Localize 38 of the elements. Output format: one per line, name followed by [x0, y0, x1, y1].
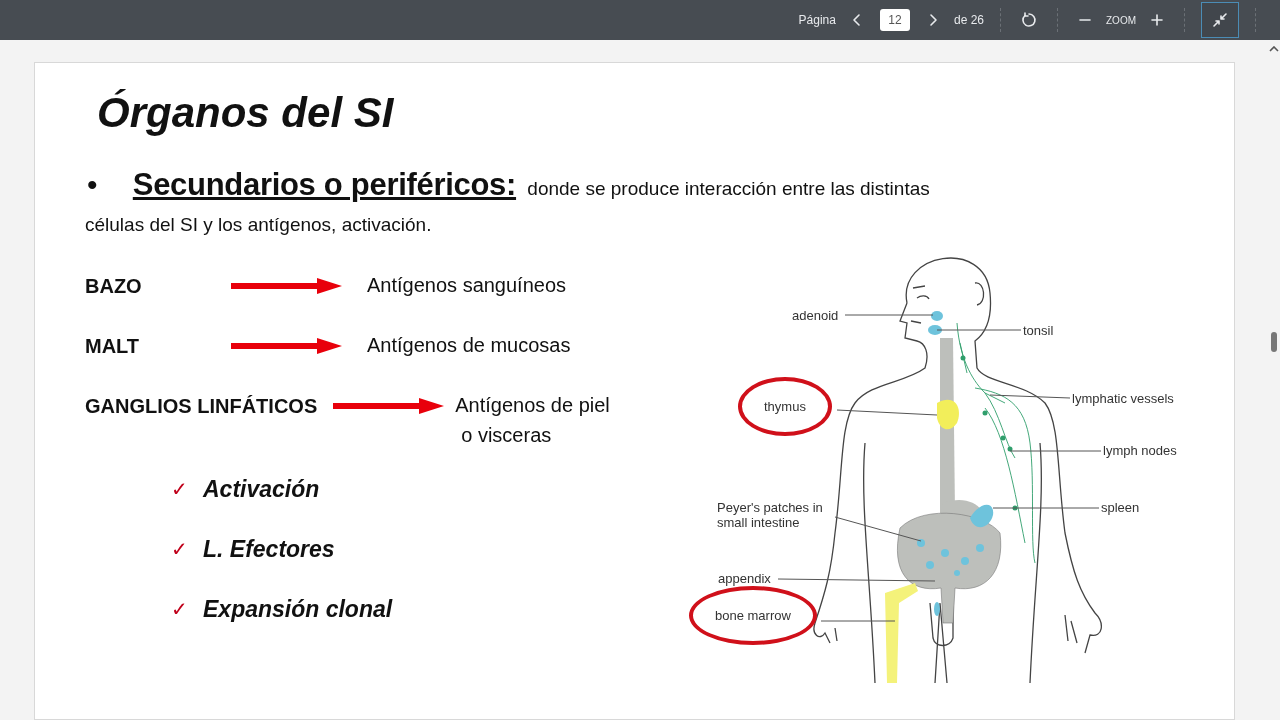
- check-text: L. Efectores: [203, 535, 335, 563]
- diagram-label: lymphatic vessels: [1072, 391, 1174, 406]
- chevron-right-icon: [927, 13, 938, 27]
- check-text: Activación: [203, 475, 320, 503]
- term-label: BAZO: [85, 274, 143, 299]
- plus-icon: [1150, 13, 1164, 27]
- collapse-arrows-icon: [1212, 12, 1228, 28]
- diagram-label: lymph nodes: [1103, 443, 1177, 458]
- target-text: Antígenos sanguíneos: [367, 273, 567, 298]
- arrow-icon: [231, 277, 343, 295]
- target-text: o visceras: [460, 423, 553, 448]
- bullet-paragraph: • Secundarios o periféricos: donde se produce interacción entre las distintas células del SI y los antígenos, activación.: [85, 167, 931, 237]
- diagram-label: spleen: [1101, 500, 1140, 515]
- diagram-label: adenoid: [792, 308, 839, 323]
- page-total: de 26: [953, 13, 984, 27]
- page-number-field[interactable]: 12: [879, 9, 910, 31]
- chevron-left-icon: [851, 13, 862, 27]
- target-text: Antígenos de piel: [455, 393, 610, 418]
- term-label: MALT: [85, 334, 141, 359]
- scroll-up-icon[interactable]: [1269, 46, 1279, 52]
- diagram-label: bone marrow: [689, 586, 817, 645]
- diagram-label: Peyer's patches in small intestine: [717, 500, 823, 530]
- zoom-label: ZOOM: [1106, 14, 1136, 26]
- exit-fullscreen-button[interactable]: [1201, 2, 1239, 38]
- target-text: Antígenos de mucosas: [367, 333, 571, 358]
- check-mark: ✓: [171, 597, 189, 621]
- check-mark: ✓: [171, 537, 189, 561]
- slide-title: Órganos del SI: [97, 88, 395, 138]
- check-mark: ✓: [171, 477, 189, 501]
- diagram-label: appendix: [718, 571, 771, 586]
- scrollbar-thumb[interactable]: [1271, 332, 1277, 352]
- term-label: GANGLIOS LINFÁTICOS: [85, 394, 318, 419]
- diagram-label: tonsil: [1023, 323, 1054, 338]
- page-label: Página: [798, 13, 836, 27]
- arrow-icon: [231, 337, 343, 355]
- rotate-icon: [1021, 12, 1037, 28]
- diagram-label: thymus: [738, 377, 832, 436]
- check-text: Expansión clonal: [203, 595, 393, 623]
